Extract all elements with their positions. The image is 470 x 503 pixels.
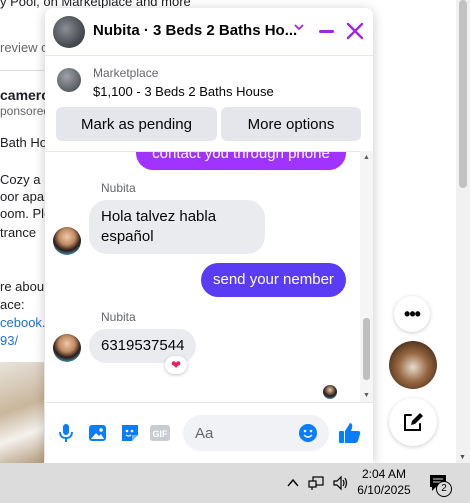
chevron-up-icon[interactable] [286, 476, 300, 490]
minimize-icon[interactable] [319, 30, 334, 33]
thumbs-up-icon[interactable] [337, 420, 363, 446]
bg-divider [0, 70, 44, 71]
network-icon[interactable] [307, 475, 325, 491]
new-message-button[interactable] [389, 398, 437, 446]
conversation-thumbnail[interactable] [53, 16, 85, 48]
bg-line-4: Bath Ho [0, 135, 47, 150]
mark-as-pending-button[interactable]: Mark as pending [56, 107, 217, 141]
bg-link-2[interactable]: 93/ [0, 333, 18, 348]
page-scrollbar[interactable]: ▼ [456, 0, 470, 463]
close-icon[interactable] [345, 18, 365, 44]
bg-line-9: re abou [0, 279, 45, 294]
gif-label: GIF [153, 429, 169, 439]
heart-reaction-icon[interactable]: ❤ [165, 356, 187, 374]
composer: GIF [45, 402, 373, 463]
outgoing-message: send your nember [201, 263, 346, 297]
photo-icon[interactable] [87, 422, 109, 444]
seen-avatar [323, 385, 337, 399]
scroll-down-icon[interactable]: ▼ [363, 392, 370, 399]
clock-date: 6/10/2025 [357, 483, 411, 497]
taskbar: 2:04 AM 6/10/2025 2 [0, 463, 470, 503]
chat-scrollbar-thumb[interactable] [363, 318, 370, 380]
chat-scrollbar[interactable]: ▲ ▼ [360, 151, 373, 402]
listing-thumbnail [57, 68, 81, 92]
microphone-icon[interactable] [55, 422, 77, 444]
message-list[interactable]: contact you through phone Nubita Hola ta… [45, 151, 360, 402]
bg-line-7: oom. Ple [0, 206, 52, 221]
bg-line-1: review c [0, 40, 48, 55]
more-chats-button[interactable]: ••• [394, 296, 430, 332]
bg-line-6: oor apar [0, 189, 49, 204]
chat-title[interactable]: Nubita · 3 Beds 2 Baths Ho... [93, 22, 297, 39]
incoming-message: Hola talvez habla español [89, 200, 265, 254]
scroll-up-icon[interactable]: ▲ [363, 154, 370, 161]
gif-icon[interactable]: GIF [149, 422, 171, 444]
volume-icon[interactable] [332, 475, 350, 491]
system-clock[interactable]: 2:04 AM 6/10/2025 [355, 466, 413, 498]
sender-name: Nubita [101, 310, 136, 324]
bg-line-3: ponsored [0, 104, 51, 118]
bg-line-5: Cozy a [0, 172, 41, 187]
chat-head-avatar[interactable] [389, 341, 437, 389]
listing-banner[interactable]: Marketplace $1,100 - 3 Beds 2 Baths Hous… [45, 56, 373, 104]
bg-line-8: trance [0, 225, 37, 240]
listing-source: Marketplace [93, 66, 159, 80]
avatar[interactable] [53, 227, 81, 255]
clock-time: 2:04 AM [361, 467, 407, 481]
page-scroll-down-icon[interactable]: ▼ [459, 454, 466, 461]
chevron-down-icon[interactable] [293, 20, 305, 36]
bg-line-10: ace: [0, 297, 25, 312]
compose-icon [404, 413, 423, 431]
more-options-button[interactable]: More options [221, 107, 361, 141]
sender-name: Nubita [101, 181, 136, 195]
notification-count-badge: 2 [436, 481, 452, 497]
chat-header: Nubita · 3 Beds 2 Baths Ho... [45, 8, 373, 56]
avatar[interactable] [53, 334, 81, 362]
listing-title: $1,100 - 3 Beds 2 Baths House [93, 84, 274, 99]
chat-window: Nubita · 3 Beds 2 Baths Ho... Marketplac… [45, 8, 373, 463]
listing-photo[interactable] [0, 362, 44, 463]
emoji-icon[interactable] [299, 424, 317, 442]
page-scrollbar-thumb[interactable] [459, 0, 467, 188]
outgoing-message: contact you through phone [136, 152, 346, 170]
sticker-icon[interactable] [119, 422, 141, 444]
